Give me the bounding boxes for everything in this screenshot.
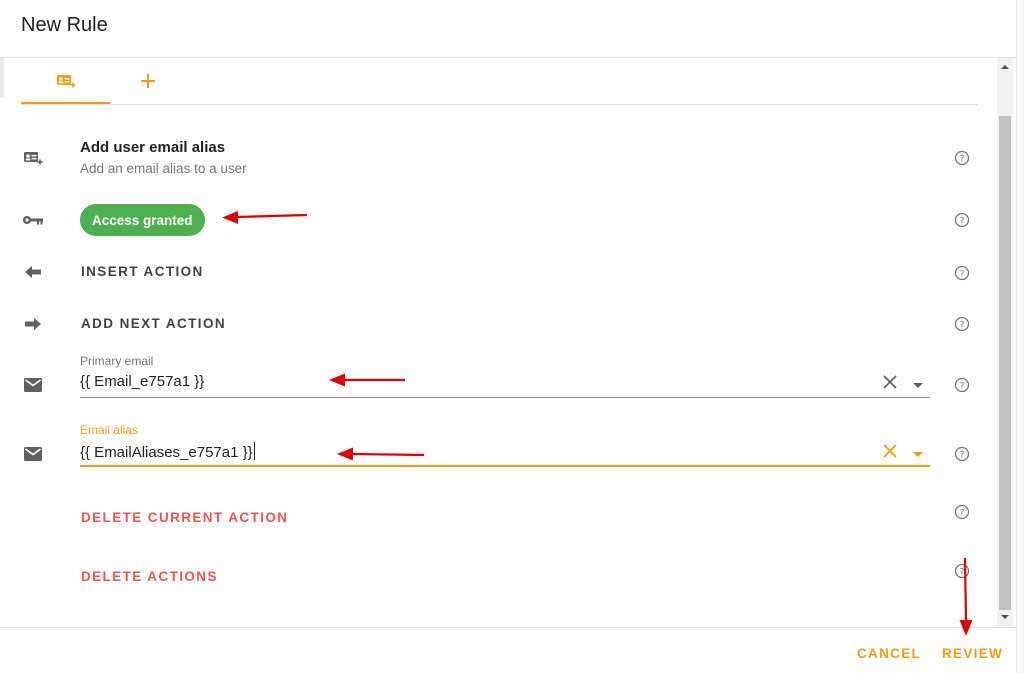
review-button[interactable]: REVIEW	[942, 646, 1003, 661]
help-icon[interactable]: ?	[953, 149, 971, 167]
dropdown-arrow-icon[interactable]	[911, 378, 925, 388]
header-divider	[0, 57, 1016, 58]
window-edge	[1016, 0, 1024, 673]
user-card-add-icon	[22, 147, 44, 169]
mail-icon	[22, 443, 44, 465]
svg-text:?: ?	[960, 320, 965, 330]
tab-add[interactable]	[110, 62, 185, 104]
arrow-right-icon	[22, 313, 44, 335]
email-alias-input[interactable]: {{ EmailAliases_e757a1 }}	[80, 442, 255, 461]
new-rule-dialog: New Rule Add user email alias Add an ema…	[0, 0, 1016, 673]
help-icon[interactable]: ?	[953, 315, 971, 333]
svg-text:?: ?	[960, 216, 965, 226]
access-granted-chip[interactable]: Access granted	[80, 204, 205, 236]
clear-icon[interactable]	[880, 372, 900, 392]
scroll-up-arrow-icon[interactable]	[999, 60, 1011, 74]
help-icon[interactable]: ?	[953, 445, 971, 463]
svg-text:?: ?	[960, 450, 965, 460]
help-icon[interactable]: ?	[953, 503, 971, 521]
primary-email-label: Primary email	[80, 354, 154, 368]
help-icon[interactable]: ?	[953, 562, 971, 580]
clear-icon[interactable]	[880, 441, 900, 461]
plus-icon	[140, 73, 156, 94]
help-icon[interactable]: ?	[953, 211, 971, 229]
email-alias-value: {{ EmailAliases_e757a1 }}	[80, 444, 253, 461]
primary-email-underline	[80, 397, 930, 398]
email-alias-underline	[80, 465, 930, 467]
svg-text:?: ?	[960, 381, 965, 391]
tabs-divider	[21, 104, 978, 105]
svg-text:?: ?	[960, 154, 965, 164]
scrollbar-thumb[interactable]	[999, 116, 1011, 610]
delete-current-action-button[interactable]: DELETE CURRENT ACTION	[81, 510, 288, 525]
text-cursor	[253, 442, 255, 460]
action-subtitle: Add an email alias to a user	[80, 161, 247, 176]
action-title: Add user email alias	[80, 139, 226, 156]
dropdown-arrow-icon[interactable]	[911, 447, 925, 457]
tab-action[interactable]	[21, 62, 110, 104]
svg-text:?: ?	[960, 269, 965, 279]
dialog-title: New Rule	[21, 14, 108, 36]
svg-text:?: ?	[960, 508, 965, 518]
cancel-button[interactable]: CANCEL	[857, 646, 921, 661]
left-edge-marker	[0, 58, 4, 98]
key-icon	[22, 209, 44, 231]
help-icon[interactable]: ?	[953, 376, 971, 394]
footer-divider	[0, 627, 1016, 628]
email-alias-label: Email alias	[80, 423, 139, 437]
arrow-left-icon	[22, 261, 44, 283]
mail-icon	[22, 374, 44, 396]
user-card-add-icon	[56, 73, 76, 94]
help-icon[interactable]: ?	[953, 264, 971, 282]
insert-action-button[interactable]: INSERT ACTION	[81, 264, 204, 279]
svg-text:?: ?	[960, 567, 965, 577]
scroll-down-arrow-icon[interactable]	[999, 610, 1011, 624]
primary-email-input[interactable]: {{ Email_e757a1 }}	[80, 373, 204, 390]
delete-actions-button[interactable]: DELETE ACTIONS	[81, 569, 218, 584]
add-next-action-button[interactable]: ADD NEXT ACTION	[81, 316, 226, 331]
